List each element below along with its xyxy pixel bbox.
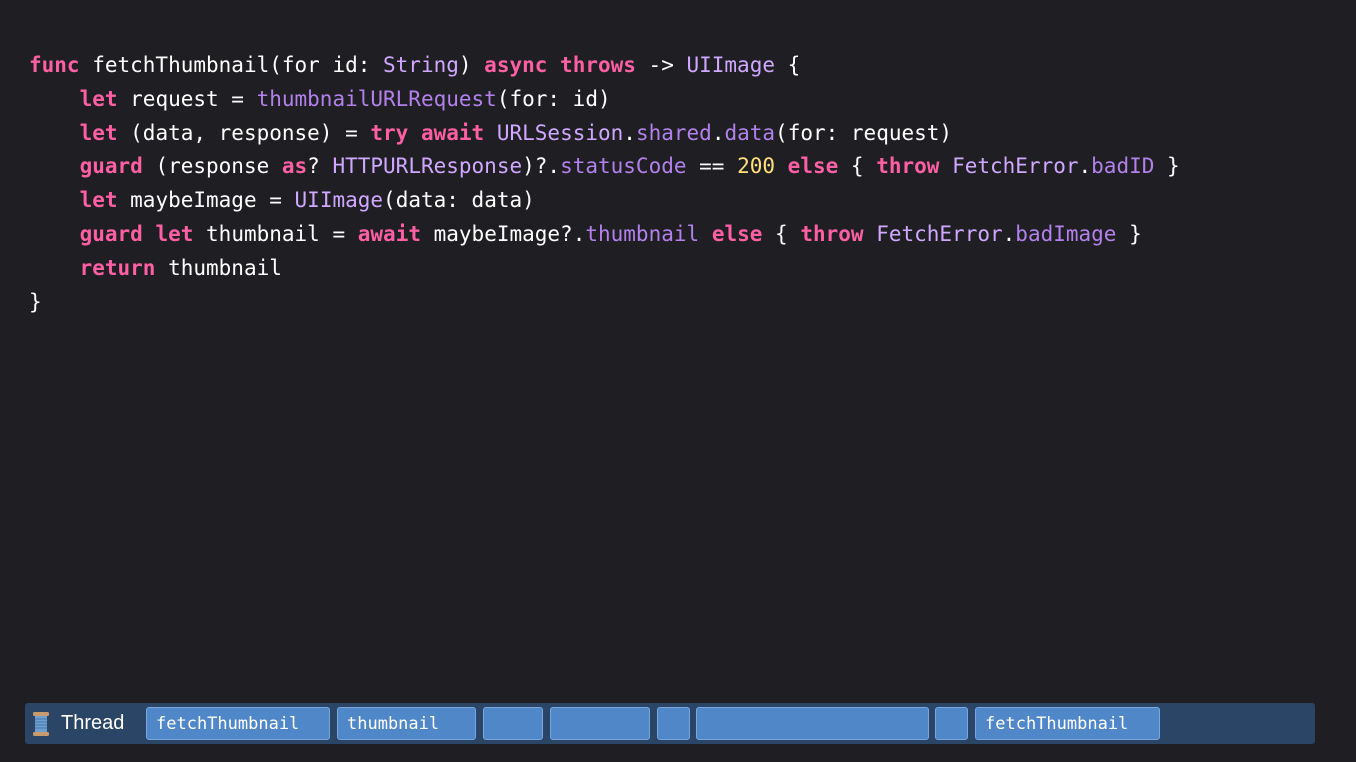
thread-segment-fetchthumbnail[interactable]: fetchThumbnail: [975, 707, 1160, 740]
code-token: }: [1116, 221, 1142, 246]
code-token: thumbnail: [585, 221, 700, 246]
code-token: return: [79, 255, 156, 280]
code-token: statusCode: [560, 154, 687, 179]
code-token: let: [79, 86, 118, 111]
code-token: let: [79, 120, 118, 145]
code-line: guard let thumbnail = await maybeImage?.…: [29, 218, 1180, 252]
code-token: throw: [876, 154, 940, 179]
code-token: }: [1154, 154, 1180, 179]
code-token: .: [623, 120, 636, 145]
code-token: ): [458, 53, 485, 77]
code-token: ?: [307, 154, 333, 179]
code-token: thumbnailURLRequest: [256, 86, 497, 111]
code-line: func fetchThumbnail(for id: String) asyn…: [29, 49, 1180, 83]
code-line: let request = thumbnailURLRequest(for: i…: [29, 83, 1180, 117]
code-token: (response: [142, 154, 282, 179]
thread-segment[interactable]: [696, 707, 929, 740]
code-token: maybeImage?.: [420, 221, 586, 246]
thread-label-group: Thread: [31, 703, 124, 744]
code-token: {: [838, 154, 877, 179]
code-token: HTTPURLResponse: [332, 154, 523, 179]
thread-segment-label: thumbnail: [347, 713, 440, 734]
code-token: thumbnail =: [193, 221, 358, 246]
thread-segment-fetchthumbnail[interactable]: fetchThumbnail: [146, 707, 330, 740]
code-token: maybeImage =: [117, 188, 295, 213]
thread-label: Thread: [61, 712, 125, 734]
code-token: 200: [737, 154, 776, 179]
code-token: fetchThumbnail(for id:: [79, 53, 384, 77]
code-token: data: [724, 120, 776, 145]
thread-segment-thumbnail[interactable]: thumbnail: [337, 707, 476, 740]
code-token: request =: [117, 86, 257, 111]
code-token: {: [762, 221, 801, 246]
thread-segment[interactable]: [657, 707, 690, 740]
code-token: badImage: [1015, 221, 1117, 246]
thread-segment[interactable]: [483, 707, 543, 740]
code-token: throws: [560, 53, 636, 77]
code-token: .: [1002, 221, 1016, 246]
code-token: await: [420, 120, 485, 145]
code-token: (for: id): [496, 86, 611, 111]
code-token: URLSession: [496, 120, 624, 145]
code-line: let (data, response) = try await URLSess…: [29, 117, 1180, 151]
code-token: (for: request): [775, 120, 953, 145]
code-token: func: [29, 53, 80, 77]
code-token: UIImage: [686, 53, 775, 77]
code-line: guard (response as? HTTPURLResponse)?.st…: [29, 150, 1180, 184]
code-token: shared: [635, 120, 712, 145]
code-token: await: [357, 221, 421, 246]
code-token: try: [370, 120, 409, 145]
code-token: else: [711, 221, 763, 246]
code-token: }: [29, 289, 42, 314]
code-line: }: [29, 286, 1180, 320]
thread-timeline-bar: Thread fetchThumbnail thumbnail fetchThu…: [25, 703, 1315, 744]
code-token: FetchError: [876, 221, 1003, 246]
code-token: .: [1078, 154, 1092, 179]
code-line: return thumbnail: [29, 252, 1180, 286]
code-token: String: [383, 53, 459, 77]
code-token: (data, response) =: [117, 120, 371, 145]
code-token: {: [775, 53, 801, 77]
code-token: FetchError: [952, 154, 1079, 179]
thread-segment-label: fetchThumbnail: [156, 713, 300, 734]
code-token: guard: [79, 221, 143, 246]
code-token: let: [79, 188, 118, 213]
code-token: )?.: [522, 154, 561, 179]
code-token: .: [711, 120, 725, 145]
thread-segment-label: fetchThumbnail: [985, 713, 1129, 734]
code-token: UIImage: [294, 188, 384, 213]
code-token: ==: [686, 154, 738, 179]
code-token: ->: [635, 53, 687, 77]
thread-segment[interactable]: [935, 707, 968, 740]
code-token: throw: [800, 221, 864, 246]
code-line: let maybeImage = UIImage(data: data): [29, 184, 1180, 218]
code-editor: func fetchThumbnail(for id: String) asyn…: [29, 49, 1180, 319]
code-token: else: [787, 154, 839, 179]
code-token: let: [155, 221, 194, 246]
code-token: (data: data): [383, 188, 535, 213]
code-token: guard: [79, 154, 143, 179]
code-token: thumbnail: [155, 255, 282, 280]
thread-segment[interactable]: [550, 707, 650, 740]
code-token: async: [484, 53, 548, 77]
code-token: as: [281, 154, 308, 179]
code-token: badID: [1091, 154, 1155, 179]
spool-icon: [33, 711, 49, 736]
